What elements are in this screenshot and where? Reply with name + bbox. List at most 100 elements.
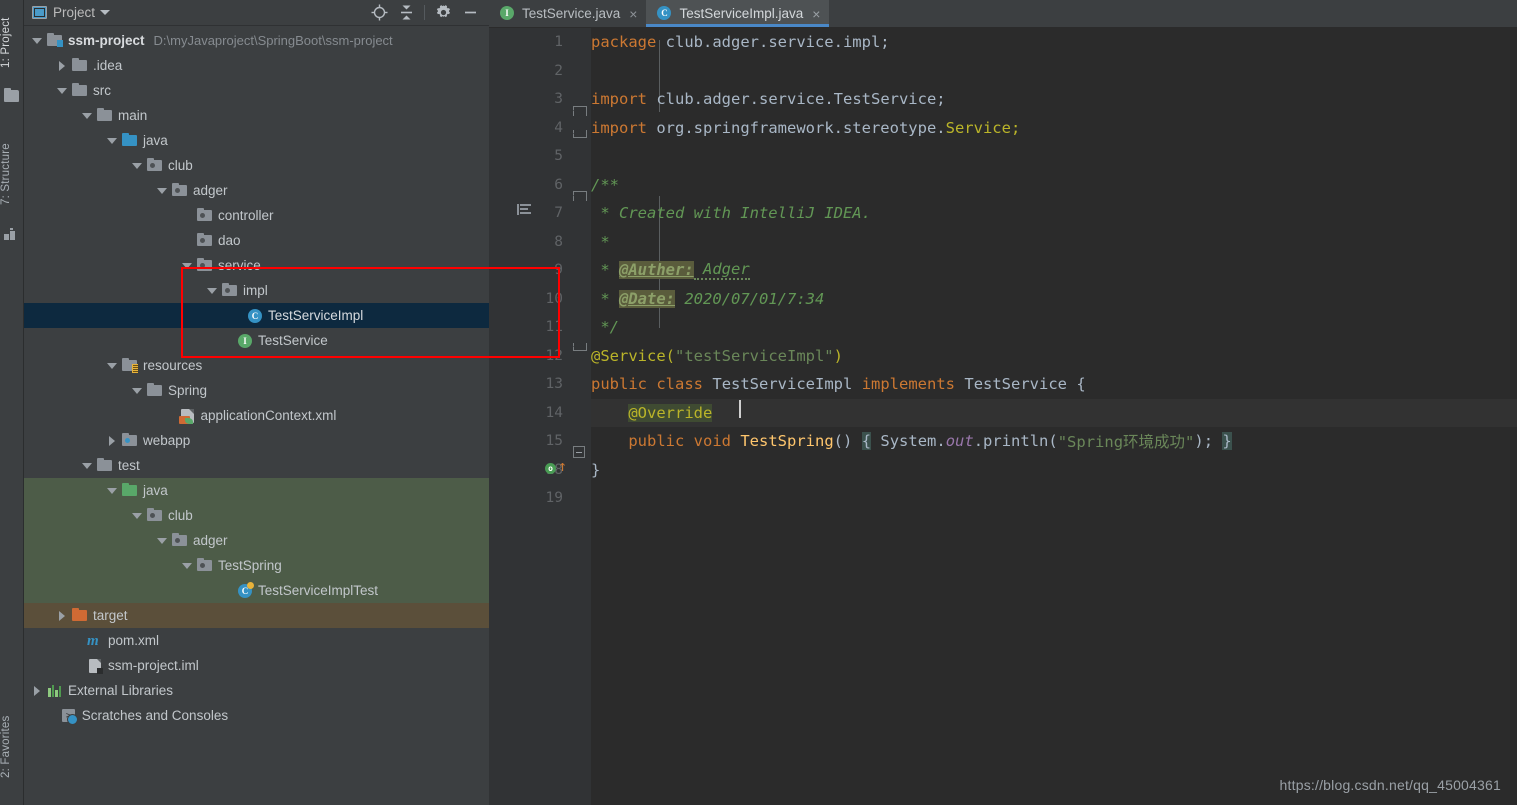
tree-node-java[interactable]: java: [24, 128, 489, 153]
minimize-icon[interactable]: [457, 1, 483, 25]
gear-icon[interactable]: [430, 1, 456, 25]
tree-node-resources[interactable]: resources: [24, 353, 489, 378]
tree-node-dao[interactable]: dao: [24, 228, 489, 253]
chevron-right-icon[interactable]: [32, 685, 43, 696]
tree-node-service[interactable]: service: [24, 253, 489, 278]
editor-tab-testservice[interactable]: I TestService.java ×: [489, 0, 647, 27]
tree-node-testserviceimpl[interactable]: C TestServiceImpl: [24, 303, 489, 328]
tree-node-label: TestService: [258, 332, 328, 348]
chevron-down-icon[interactable]: [182, 560, 193, 571]
tree-node-ssm-project-iml[interactable]: ssm-project.iml: [24, 653, 489, 678]
tree-node-controller[interactable]: controller: [24, 203, 489, 228]
chevron-down-icon[interactable]: [100, 10, 111, 15]
import-path: org.springframework.stereotype.: [656, 118, 946, 137]
chevron-down-icon[interactable]: [82, 110, 93, 121]
code-editor[interactable]: 1234567891011121314151819 o ↑ package cl…: [489, 28, 1517, 805]
line-number: 10: [545, 290, 563, 307]
close-icon[interactable]: ×: [629, 7, 637, 21]
chevron-down-icon[interactable]: [207, 285, 218, 296]
collapse-all-icon[interactable]: [393, 1, 419, 25]
chevron-down-icon[interactable]: [157, 185, 168, 196]
line-number: 2: [554, 62, 563, 79]
chevron-down-icon[interactable]: [157, 535, 168, 546]
fold-marker-javadoc[interactable]: [573, 191, 587, 203]
tree-node-pom-xml[interactable]: m pom.xml: [24, 628, 489, 653]
tree-node-testservice[interactable]: I TestService: [24, 328, 489, 353]
tree-node-testserviceimpltest[interactable]: C TestServiceImplTest: [24, 578, 489, 603]
tree-node-test[interactable]: test: [24, 453, 489, 478]
close-icon[interactable]: ×: [812, 7, 820, 21]
toolbar-separator: [424, 5, 425, 20]
structure-icon: [4, 228, 20, 242]
folder-icon: [71, 57, 88, 73]
tree-node-label: target: [93, 607, 128, 623]
tool-tab-project[interactable]: 1: Project: [0, 4, 24, 82]
no-arrow: [222, 585, 233, 596]
editor-area: I TestService.java × C TestServiceImpl.j…: [489, 0, 1517, 805]
locate-target-icon[interactable]: [366, 1, 392, 25]
package-icon: [196, 232, 213, 248]
tree-node-adger[interactable]: adger: [24, 178, 489, 203]
code-content[interactable]: package club.adger.service.impl; import …: [591, 28, 1517, 805]
tree-node-label: TestSpring: [218, 557, 282, 573]
chevron-down-icon[interactable]: [132, 510, 143, 521]
tree-node-webapp[interactable]: webapp: [24, 428, 489, 453]
tree-node-impl[interactable]: impl: [24, 278, 489, 303]
javadoc-tag-auther: @Auther:: [619, 261, 694, 280]
editor-tab-testserviceimpl[interactable]: C TestServiceImpl.java ×: [646, 0, 830, 27]
tree-node-club[interactable]: club: [24, 503, 489, 528]
statement-end: );: [1194, 432, 1214, 451]
chevron-down-icon[interactable]: [132, 385, 143, 396]
tree-node-spring[interactable]: Spring: [24, 378, 489, 403]
chevron-right-icon[interactable]: [57, 610, 68, 621]
tree-node-main[interactable]: main: [24, 103, 489, 128]
tree-node-target[interactable]: target: [24, 603, 489, 628]
annotation-value: "testServiceImpl": [675, 346, 834, 365]
no-arrow: [222, 335, 233, 346]
tree-node-ssm-project[interactable]: ssm-project D:\myJavaproject\SpringBoot\s…: [24, 28, 489, 53]
out-field: out: [945, 432, 974, 451]
tree-node-applicationcontext-xml[interactable]: applicationContext.xml: [24, 403, 489, 428]
chevron-down-icon[interactable]: [107, 135, 118, 146]
javadoc-text: * Created with IntelliJ IDEA.: [591, 204, 871, 223]
overridden-method-icon[interactable]: o: [545, 463, 556, 474]
code-line-1: package club.adger.service.impl;: [591, 28, 1517, 57]
project-tree[interactable]: ssm-project D:\myJavaproject\SpringBoot\s…: [24, 26, 489, 805]
tree-node-adger[interactable]: adger: [24, 528, 489, 553]
doc-structure-icon[interactable]: [517, 204, 531, 215]
folder-icon: [146, 382, 163, 398]
fold-marker-import[interactable]: [573, 106, 587, 118]
keyword-class: class: [656, 375, 704, 394]
chevron-down-icon[interactable]: [32, 35, 43, 46]
chevron-down-icon[interactable]: [107, 360, 118, 371]
implementing-method-arrow-icon[interactable]: ↑: [558, 457, 567, 475]
tree-node-testspring[interactable]: TestSpring: [24, 553, 489, 578]
tree-node-idea[interactable]: .idea: [24, 53, 489, 78]
tree-node-club[interactable]: club: [24, 153, 489, 178]
fold-marker-method[interactable]: [573, 446, 585, 458]
chevron-down-icon[interactable]: [82, 460, 93, 471]
line-number: 19: [545, 490, 563, 507]
chevron-right-icon[interactable]: [107, 435, 118, 446]
tree-node-java[interactable]: java: [24, 478, 489, 503]
tree-node-src[interactable]: src: [24, 78, 489, 103]
chevron-down-icon[interactable]: [132, 160, 143, 171]
iml-file-icon: [86, 658, 103, 674]
tree-node-label: adger: [193, 182, 228, 198]
chevron-down-icon[interactable]: [182, 260, 193, 271]
fold-column[interactable]: [571, 28, 660, 805]
no-arrow: [165, 410, 176, 421]
chevron-right-icon[interactable]: [57, 60, 68, 71]
tree-node-external-libraries[interactable]: External Libraries: [24, 678, 489, 703]
fold-marker-import-end[interactable]: [573, 128, 587, 138]
tool-tab-favorites[interactable]: 2: Favorites: [0, 699, 24, 795]
tree-node-scratches-and-consoles[interactable]: > Scratches and Consoles: [24, 703, 489, 728]
javadoc-tag-date: @Date:: [619, 289, 675, 308]
chevron-down-icon[interactable]: [107, 485, 118, 496]
editor-gutter[interactable]: 1234567891011121314151819: [489, 28, 571, 805]
fold-marker-javadoc-end[interactable]: [573, 341, 587, 351]
tool-tab-structure[interactable]: 7: Structure: [0, 128, 24, 220]
javadoc-star: *: [591, 289, 619, 308]
chevron-down-icon[interactable]: [57, 85, 68, 96]
